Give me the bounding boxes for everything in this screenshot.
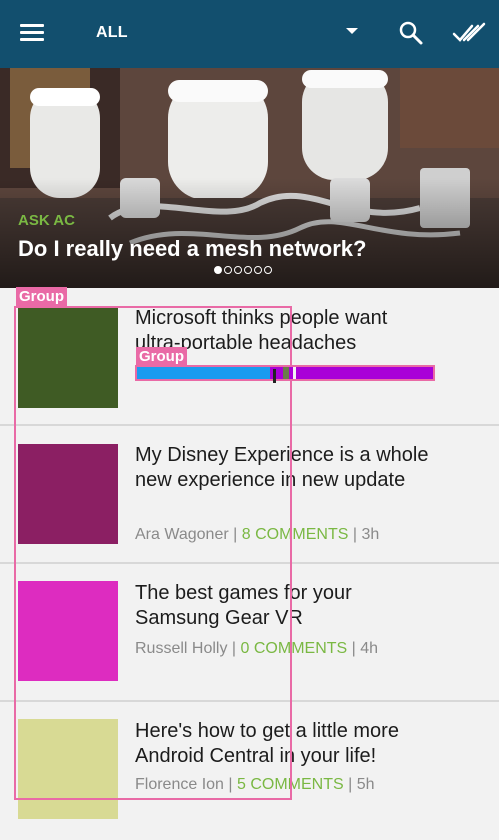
- article-author: Ara Wagoner: [135, 526, 229, 543]
- article-thumbnail: [18, 581, 118, 681]
- group-label: Group: [136, 347, 187, 367]
- progress-marker: [293, 367, 296, 379]
- list-item[interactable]: Microsoft thinks people want ultra-porta…: [0, 288, 499, 426]
- carousel-indicator: [214, 266, 272, 276]
- app-bar: ALL: [0, 0, 499, 68]
- mark-all-read-icon[interactable]: [452, 20, 488, 46]
- article-thumbnail: [18, 719, 118, 819]
- article-author: Russell Holly: [135, 640, 228, 657]
- progress-marker: [273, 369, 276, 383]
- carousel-dot[interactable]: [224, 266, 232, 274]
- article-thumbnail: [18, 444, 118, 544]
- article-meta: Ara Wagoner | 8 COMMENTS | 3h: [135, 526, 380, 543]
- carousel-dot[interactable]: [234, 266, 242, 274]
- list-item[interactable]: The best games for your Samsung Gear VR …: [0, 564, 499, 702]
- list-item[interactable]: Here's how to get a little more Android …: [0, 702, 499, 840]
- article-age: 4h: [360, 640, 379, 657]
- hero-kicker: ASK AC: [18, 212, 75, 229]
- hero-headline[interactable]: Do I really need a mesh network?: [18, 236, 366, 262]
- dropdown-arrow-icon[interactable]: [346, 28, 358, 34]
- article-title[interactable]: The best games for your Samsung Gear VR: [135, 581, 435, 631]
- carousel-dot[interactable]: [264, 266, 272, 274]
- carousel-dot[interactable]: [244, 266, 252, 274]
- article-meta: Russell Holly | 0 COMMENTS | 4h: [135, 640, 379, 657]
- carousel-dot[interactable]: [254, 266, 262, 274]
- article-comments[interactable]: 8 COMMENTS: [242, 526, 349, 543]
- article-author: Florence Ion: [135, 776, 224, 793]
- article-comments[interactable]: 5 COMMENTS: [237, 776, 344, 793]
- featured-hero[interactable]: ASK AC Do I really need a mesh network?: [0, 68, 499, 288]
- article-age: 5h: [356, 776, 375, 793]
- article-title[interactable]: My Disney Experience is a whole new expe…: [135, 443, 435, 493]
- article-title[interactable]: Here's how to get a little more Android …: [135, 719, 435, 769]
- progress-marker: [283, 367, 289, 379]
- article-meta: Florence Ion | 5 COMMENTS | 5h: [135, 776, 375, 793]
- article-comments[interactable]: 0 COMMENTS: [241, 640, 348, 657]
- progress-fill: [137, 367, 271, 379]
- article-thumbnail: [18, 308, 118, 408]
- carousel-dot[interactable]: [214, 266, 222, 274]
- search-icon[interactable]: [398, 20, 424, 46]
- article-age: 3h: [361, 526, 380, 543]
- menu-icon[interactable]: [20, 22, 46, 44]
- progress-bar: [135, 365, 435, 383]
- filter-label[interactable]: ALL: [96, 24, 128, 42]
- group-label: Group: [16, 287, 67, 307]
- list-item[interactable]: My Disney Experience is a whole new expe…: [0, 426, 499, 564]
